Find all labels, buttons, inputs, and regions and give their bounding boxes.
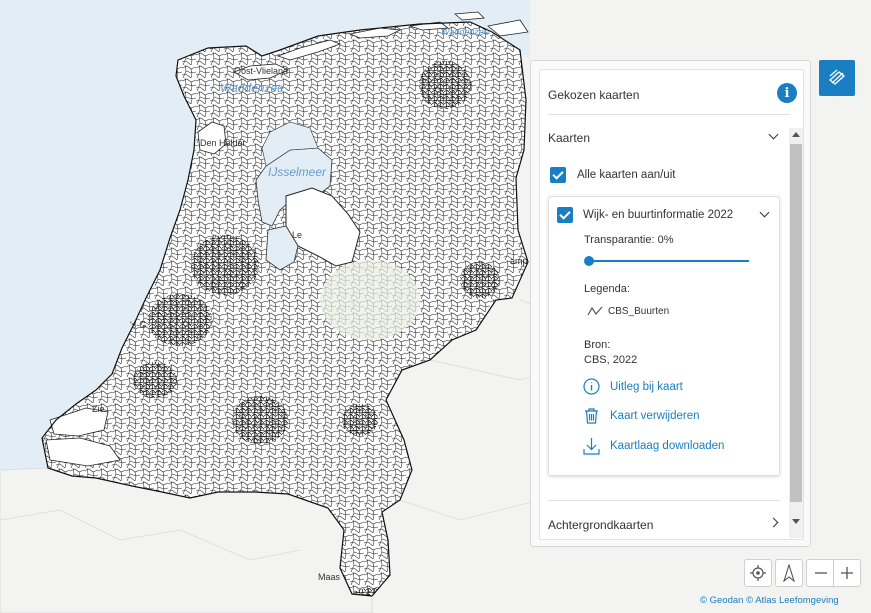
north-arrow-icon [783, 564, 795, 582]
label-oost-vlieland: Oost-Vlieland [234, 66, 289, 76]
legend-title: Legenda: [584, 283, 630, 295]
layers-toggle-button[interactable] [819, 60, 855, 96]
toggle-all-maps-checkbox[interactable] [550, 167, 566, 183]
transparency-slider-track[interactable] [589, 260, 749, 262]
toggle-all-maps-label: Alle kaarten aan/uit [577, 169, 676, 181]
transparency-slider-handle[interactable] [584, 256, 594, 266]
label-waddenzee-ne: Waddenzee [441, 27, 489, 37]
divider [548, 500, 780, 501]
trash-icon [585, 408, 598, 424]
download-icon [583, 438, 600, 455]
label-s-gravenhage: 's-G [130, 320, 147, 330]
info-circle-icon [583, 378, 600, 395]
chevron-right-icon [768, 517, 779, 528]
zoom-out-button[interactable] [806, 559, 834, 587]
label-den-helder: Den Helder [200, 138, 246, 148]
plus-icon [841, 567, 853, 579]
atlas-attribution-link[interactable]: © Atlas Leefomgeving [746, 595, 839, 606]
chosen-maps-panel-inner: Gekozen kaarten i Kaarten Alle kaarten a… [539, 69, 804, 540]
kaarten-section-label: Kaarten [548, 131, 591, 145]
background-maps-section-toggle[interactable]: Achtergrondkaarten [548, 517, 780, 532]
scroll-down-arrow-icon[interactable] [792, 519, 800, 524]
label-coevorden: amp [510, 256, 528, 266]
zoom-in-button[interactable] [833, 559, 861, 587]
label-zierikzee: Zie [92, 404, 105, 414]
layers-icon [828, 69, 846, 85]
north-button[interactable] [775, 559, 803, 587]
layer-visibility-checkbox[interactable] [557, 207, 573, 223]
layer-card: Wijk- en buurtinformatie 2022 Transparan… [548, 196, 780, 476]
scroll-up-arrow-icon[interactable] [792, 132, 800, 137]
label-maastricht: Maas [318, 572, 341, 582]
scroll-thumb[interactable] [790, 144, 802, 502]
label-lelystad: Le [292, 230, 303, 240]
minus-icon [814, 572, 827, 574]
chevron-down-icon [768, 129, 779, 140]
explain-map-link[interactable]: Uitleg bij kaart [610, 381, 683, 393]
layer-collapse-chevron-icon[interactable] [759, 207, 770, 218]
kaarten-section-toggle[interactable]: Kaarten [548, 129, 780, 145]
layer-name: Wijk- en buurtinformatie 2022 [583, 209, 734, 221]
source-title: Bron: [584, 339, 611, 351]
legend-item-label: CBS_Buurten [608, 306, 670, 317]
source-value: CBS, 2022 [584, 354, 638, 366]
locate-button[interactable] [744, 559, 772, 587]
panel-title: Gekozen kaarten [548, 88, 640, 102]
locate-icon [750, 565, 766, 581]
info-icon[interactable]: i [777, 83, 797, 103]
background-maps-label: Achtergrondkaarten [548, 518, 654, 532]
geodan-attribution-link[interactable]: © Geodan [700, 595, 743, 606]
label-ijsselmeer: IJsselmeer [268, 165, 327, 179]
remove-map-link[interactable]: Kaart verwijderen [610, 410, 699, 422]
map-attribution: © Geodan © Atlas Leefomgeving [700, 595, 839, 606]
panel-scrollbar[interactable] [789, 128, 803, 538]
line-legend-icon [587, 306, 603, 316]
transparency-label: Transparantie: 0% [584, 234, 674, 246]
divider [548, 114, 790, 115]
label-waddenzee: Waddenzee [220, 81, 284, 95]
download-layer-link[interactable]: Kaartlaag downloaden [610, 440, 724, 452]
chosen-maps-panel: Gekozen kaarten i Kaarten Alle kaarten a… [530, 60, 811, 547]
